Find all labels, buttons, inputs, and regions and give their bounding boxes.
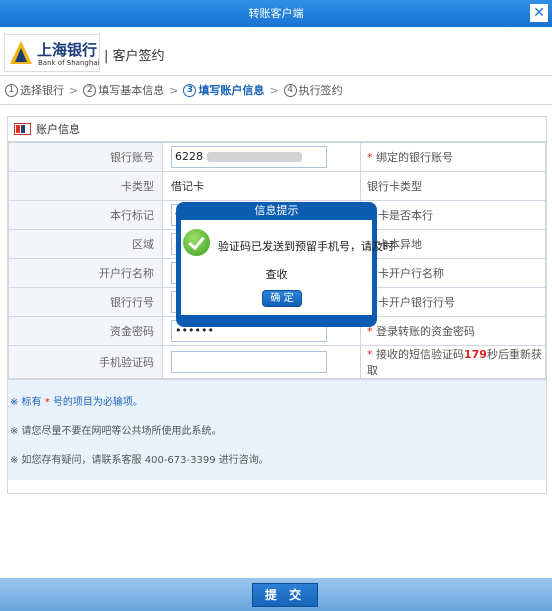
form-row-account-no: 银行账号 6228 * 绑定的银行账号 bbox=[8, 142, 546, 172]
account-number-input[interactable]: 6228 bbox=[171, 146, 327, 168]
card-type-value: 借记卡 bbox=[162, 171, 361, 201]
field-hint: 银行卡类型 bbox=[360, 171, 546, 201]
section-header: 账户信息 bbox=[8, 117, 546, 142]
success-check-icon bbox=[183, 229, 210, 256]
field-label: 本行标记 bbox=[8, 200, 163, 230]
bank-emblem-icon bbox=[10, 41, 32, 64]
field-hint: 行卡是否本行 bbox=[360, 200, 546, 230]
step-1: 1 选择银行 bbox=[5, 83, 64, 97]
dialog-title: 信息提示 bbox=[254, 204, 299, 217]
dialog-message-tail: 查收 bbox=[265, 268, 288, 281]
step-number: 2 bbox=[83, 83, 97, 97]
field-label: 银行行号 bbox=[8, 287, 163, 317]
field-label: 开户行名称 bbox=[8, 258, 163, 288]
title-bar: 转账客户端 ✕ bbox=[0, 0, 552, 27]
sms-code-input[interactable] bbox=[171, 351, 327, 373]
section-title: 账户信息 bbox=[36, 123, 80, 136]
account-number-value: 6228 bbox=[175, 150, 203, 163]
step-number: 4 bbox=[283, 83, 297, 97]
step-label: 填写账户信息 bbox=[198, 84, 265, 97]
required-note: ※ 标有 * 号的项目为必输项。 bbox=[10, 397, 143, 408]
field-hint: 登录转账的资金密码 bbox=[376, 325, 475, 338]
field-label: 手机验证码 bbox=[8, 345, 163, 379]
step-label: 选择银行 bbox=[20, 84, 64, 97]
bank-name-en: Bank of Shanghai bbox=[38, 59, 100, 67]
field-hint: 绑定的银行账号 bbox=[376, 151, 453, 164]
step-3: 3 填写账户信息 bbox=[183, 83, 265, 97]
notes-panel: ※ 标有 * 号的项目为必输项。 ※ 请您尽量不要在网吧等公共场所使用此系统。 … bbox=[8, 379, 546, 480]
hotline-note: ※ 如您存有疑问，请联系客服 400-673-3399 进行咨询。 bbox=[10, 455, 269, 466]
step-number: 3 bbox=[183, 83, 197, 97]
public-warning-note: ※ 请您尽量不要在网吧等公共场所使用此系统。 bbox=[10, 426, 222, 437]
field-hint: 接收的短信验证码 bbox=[376, 348, 464, 361]
submit-button[interactable]: 提 交 bbox=[252, 583, 318, 607]
step-separator: > bbox=[169, 84, 179, 97]
field-label: 区域 bbox=[8, 229, 163, 259]
unionpay-card-icon bbox=[14, 123, 31, 135]
dialog-body: 验证码已发送到预留手机号，请及时 查收 确 定 bbox=[181, 220, 394, 315]
step-indicator: 1 选择银行 >2 填写基本信息 >3 填写账户信息 >4 执行签约 bbox=[0, 77, 552, 105]
field-hint: 行卡开户行名称 bbox=[360, 258, 546, 288]
sms-countdown: 179 bbox=[464, 348, 487, 361]
required-star: * bbox=[367, 151, 373, 164]
window-title: 转账客户端 bbox=[248, 7, 304, 20]
step-label: 填写基本信息 bbox=[98, 84, 165, 97]
dialog-message: 验证码已发送到预留手机号，请及时 bbox=[218, 240, 394, 253]
step-4: 4 执行签约 bbox=[283, 83, 343, 97]
bank-logo: 上海银行 Bank of Shanghai bbox=[4, 34, 100, 72]
bottom-bar: 提 交 bbox=[0, 578, 552, 611]
form-row-sms-code: 手机验证码 * 接收的短信验证码179秒后重新获取 bbox=[8, 345, 546, 379]
step-label: 执行签约 bbox=[298, 84, 343, 97]
field-label: 银行账号 bbox=[8, 142, 163, 172]
field-label: 资金密码 bbox=[8, 316, 163, 346]
field-hint: 行卡开户银行行号 bbox=[360, 287, 546, 317]
step-number: 1 bbox=[5, 83, 18, 97]
confirm-button[interactable]: 确 定 bbox=[262, 290, 302, 307]
form-row-card-type: 卡类型 借记卡 银行卡类型 bbox=[8, 171, 546, 201]
step-separator: > bbox=[269, 84, 279, 97]
bank-name-cn: 上海银行 bbox=[37, 41, 98, 59]
field-label: 卡类型 bbox=[8, 171, 163, 201]
info-dialog: 信息提示 验证码已发送到预留手机号，请及时 查收 确 定 bbox=[176, 202, 394, 327]
step-2: 2 填写基本信息 bbox=[83, 83, 165, 97]
page-title: | 客户签约 bbox=[104, 49, 165, 64]
step-separator: > bbox=[69, 84, 79, 97]
masked-digits bbox=[206, 152, 302, 162]
required-star: * bbox=[367, 348, 373, 361]
close-icon[interactable]: ✕ bbox=[530, 4, 548, 22]
